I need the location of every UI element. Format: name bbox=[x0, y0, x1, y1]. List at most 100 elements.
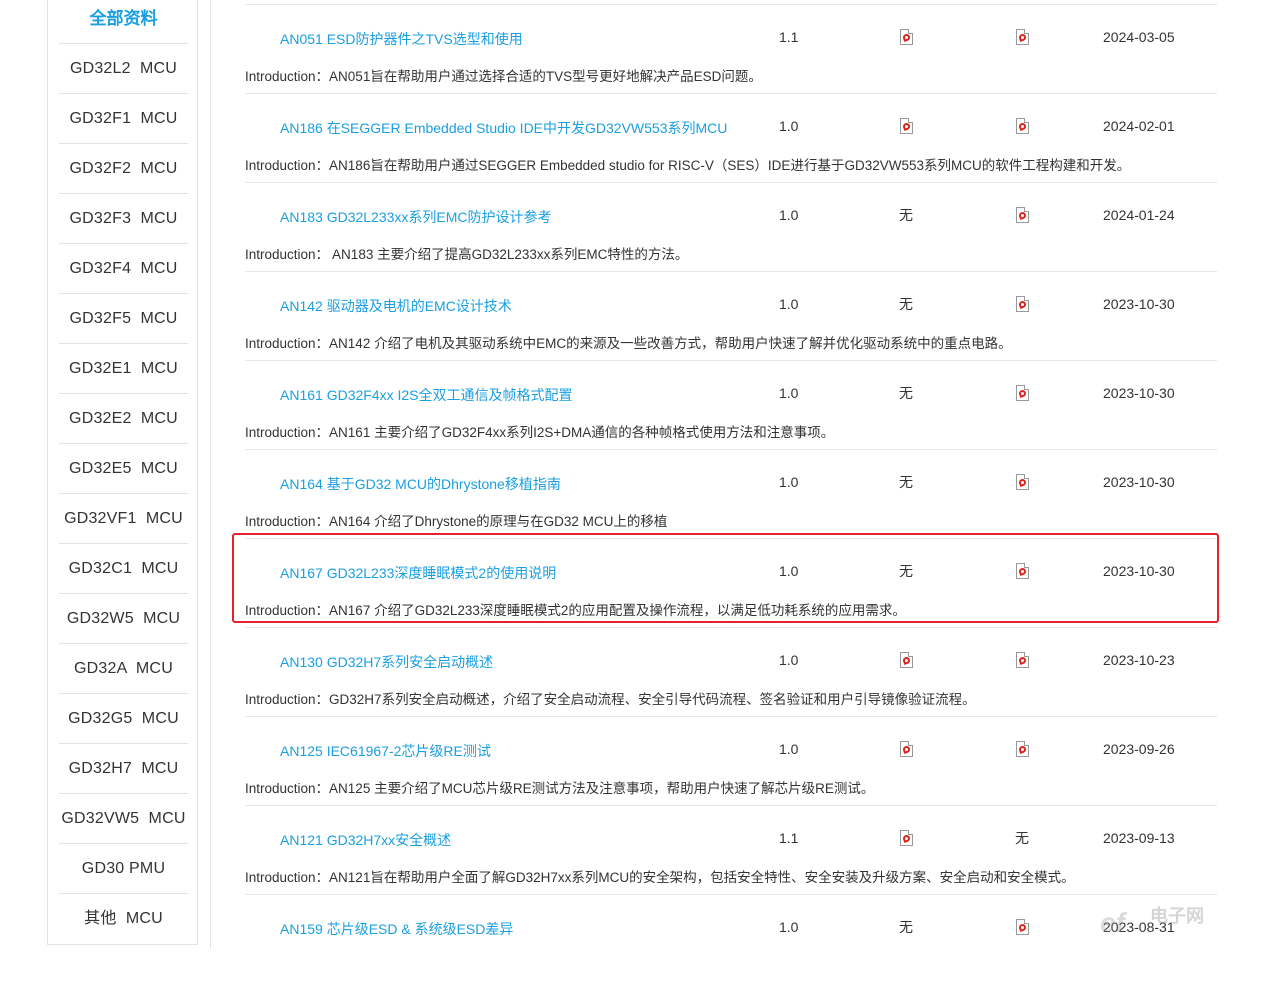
pdf-icon[interactable] bbox=[899, 741, 913, 757]
pdf-download-cell[interactable] bbox=[1012, 917, 1032, 937]
pdf-download-cell[interactable] bbox=[896, 650, 916, 670]
document-version: 1.0 bbox=[779, 919, 799, 935]
document-title-link[interactable]: AN164 基于GD32 MCU的Dhrystone移植指南 bbox=[280, 474, 561, 494]
document-introduction: Introduction：AN121旨在帮助用户全面了解GD32H7xx系列MC… bbox=[245, 870, 1075, 885]
sidebar-item[interactable]: GD32A MCU bbox=[59, 644, 188, 694]
document-date: 2023-10-23 bbox=[1103, 652, 1175, 668]
sidebar-item[interactable]: GD32F2 MCU bbox=[59, 144, 188, 194]
sidebar-item[interactable]: GD32E5 MCU bbox=[59, 444, 188, 494]
document-title-link[interactable]: AN159 芯片级ESD & 系统级ESD差异 bbox=[280, 919, 513, 939]
document-list: AN051 ESD防护器件之TVS选型和使用 1.1 2024-03-05 Intro… bbox=[245, 4, 1217, 983]
document-version: 1.0 bbox=[779, 474, 799, 490]
sidebar-item[interactable]: GD30 PMU bbox=[59, 844, 188, 894]
unavailable-text: 无 bbox=[899, 919, 913, 935]
document-title-link[interactable]: AN161 GD32F4xx I2S全双工通信及帧格式配置 bbox=[280, 385, 573, 405]
pdf-icon[interactable] bbox=[1015, 652, 1029, 668]
pdf-icon[interactable] bbox=[1015, 741, 1029, 757]
sidebar-menu: 全部资料 GD32L2 MCU GD32F1 MCU GD32F2 MCU GD32F… bbox=[59, 0, 188, 943]
pdf-download-cell[interactable] bbox=[1012, 27, 1032, 47]
pdf-download-cell[interactable] bbox=[1012, 116, 1032, 136]
document-introduction: Introduction： AN183 主要介绍了提高GD32L233xx系列E… bbox=[245, 247, 689, 262]
document-version: 1.0 bbox=[779, 741, 799, 757]
pdf-icon[interactable] bbox=[1015, 118, 1029, 134]
document-title-link[interactable]: AN186 在SEGGER Embedded Studio IDE中开发GD32… bbox=[280, 118, 727, 138]
unavailable-text: 无 bbox=[899, 474, 913, 490]
document-date: 2023-10-30 bbox=[1103, 385, 1175, 401]
pdf-download-cell[interactable] bbox=[1012, 294, 1032, 314]
document-introduction: Introduction：AN125 主要介绍了MCU芯片级RE测试方法及注意事… bbox=[245, 781, 875, 796]
document-version: 1.0 bbox=[779, 652, 799, 668]
document-version: 1.0 bbox=[779, 118, 799, 134]
document-title-link[interactable]: AN142 驱动器及电机的EMC设计技术 bbox=[280, 296, 512, 316]
document-version: 1.1 bbox=[779, 29, 799, 45]
sidebar-item[interactable]: GD32C1 MCU bbox=[59, 544, 188, 594]
sidebar-title[interactable]: 全部资料 bbox=[59, 0, 188, 44]
document-introduction: Introduction：GD32H7系列安全启动概述，介绍了安全启动流程、安全… bbox=[245, 692, 976, 707]
sidebar-item[interactable]: GD32E2 MCU bbox=[59, 394, 188, 444]
sidebar-item[interactable]: GD32F1 MCU bbox=[59, 94, 188, 144]
pdf-icon[interactable] bbox=[1015, 919, 1029, 935]
sidebar-item[interactable]: GD32L2 MCU bbox=[59, 44, 188, 94]
pdf-icon[interactable] bbox=[1015, 29, 1029, 45]
document-introduction: Introduction：AN186旨在帮助用户通过SEGGER Embedde… bbox=[245, 158, 1131, 173]
unavailable-text: 无 bbox=[899, 207, 913, 223]
document-date: 2023-10-30 bbox=[1103, 474, 1175, 490]
pdf-icon[interactable] bbox=[899, 118, 913, 134]
sidebar-item[interactable]: GD32F3 MCU bbox=[59, 194, 188, 244]
document-row: AN130 GD32H7系列安全启动概述 1.0 2023-10-23 Introdu… bbox=[245, 628, 1217, 717]
document-row: AN183 GD32L233xx系列EMC防护设计参考 1.0 无 2024-01-2… bbox=[245, 183, 1217, 272]
pdf-icon[interactable] bbox=[1015, 385, 1029, 401]
sidebar-item[interactable]: GD32F5 MCU bbox=[59, 294, 188, 344]
pdf-download-cell[interactable] bbox=[1012, 205, 1032, 225]
document-date: 2024-03-05 bbox=[1103, 29, 1175, 45]
pdf-download-cell[interactable] bbox=[896, 739, 916, 759]
document-title-link[interactable]: AN125 IEC61967-2芯片级RE测试 bbox=[280, 741, 491, 761]
document-row: AN125 IEC61967-2芯片级RE测试 1.0 2023-09-26 Intr… bbox=[245, 717, 1217, 806]
document-version: 1.0 bbox=[779, 385, 799, 401]
vertical-divider bbox=[210, 0, 211, 949]
pdf-icon[interactable] bbox=[899, 830, 913, 846]
document-introduction: Introduction：AN051旨在帮助用户通过选择合适的TVS型号更好地解… bbox=[245, 69, 762, 84]
pdf-icon[interactable] bbox=[899, 29, 913, 45]
pdf-download-cell[interactable] bbox=[1012, 561, 1032, 581]
document-title-link[interactable]: AN130 GD32H7系列安全启动概述 bbox=[280, 652, 493, 672]
pdf-icon[interactable] bbox=[899, 652, 913, 668]
document-introduction: Introduction：AN164 介绍了Dhrystone的原理与在GD32… bbox=[245, 514, 668, 529]
pdf-download-cell[interactable] bbox=[896, 828, 916, 848]
pdf-download-cell[interactable] bbox=[896, 27, 916, 47]
document-row: AN159 芯片级ESD & 系统级ESD差异 1.0 无 2023-08-31 bbox=[245, 895, 1217, 983]
pdf-icon[interactable] bbox=[1015, 563, 1029, 579]
document-row: AN051 ESD防护器件之TVS选型和使用 1.1 2024-03-05 Intro… bbox=[245, 5, 1217, 94]
sidebar-item[interactable]: GD32H7 MCU bbox=[59, 744, 188, 794]
unavailable-text: 无 bbox=[899, 296, 913, 312]
pdf-download-cell[interactable] bbox=[1012, 383, 1032, 403]
sidebar-item[interactable]: GD32G5 MCU bbox=[59, 694, 188, 744]
sidebar-item[interactable]: GD32VW5 MCU bbox=[59, 794, 188, 844]
pdf-icon[interactable] bbox=[1015, 474, 1029, 490]
pdf-download-cell[interactable] bbox=[896, 116, 916, 136]
document-version: 1.0 bbox=[779, 296, 799, 312]
document-date: 2023-10-30 bbox=[1103, 563, 1175, 579]
pdf-icon[interactable] bbox=[1015, 296, 1029, 312]
sidebar-item[interactable]: 其他 MCU bbox=[59, 894, 188, 943]
document-date: 2024-02-01 bbox=[1103, 118, 1175, 134]
document-row: AN121 GD32H7xx安全概述 1.1 无 2023-09-13 Introduc… bbox=[245, 806, 1217, 895]
sidebar-item[interactable]: GD32F4 MCU bbox=[59, 244, 188, 294]
document-row: AN186 在SEGGER Embedded Studio IDE中开发GD32… bbox=[245, 94, 1217, 183]
document-date: 2023-08-31 bbox=[1103, 919, 1175, 935]
document-date: 2023-10-30 bbox=[1103, 296, 1175, 312]
document-title-link[interactable]: AN167 GD32L233深度睡眠模式2的使用说明 bbox=[280, 563, 556, 583]
pdf-icon[interactable] bbox=[1015, 207, 1029, 223]
document-date: 2023-09-13 bbox=[1103, 830, 1175, 846]
sidebar-item[interactable]: GD32E1 MCU bbox=[59, 344, 188, 394]
unavailable-text: 无 bbox=[899, 563, 913, 579]
document-title-link[interactable]: AN121 GD32H7xx安全概述 bbox=[280, 830, 451, 850]
sidebar-item[interactable]: GD32W5 MCU bbox=[59, 594, 188, 644]
document-title-link[interactable]: AN051 ESD防护器件之TVS选型和使用 bbox=[280, 29, 523, 49]
pdf-download-cell[interactable] bbox=[1012, 739, 1032, 759]
pdf-download-cell[interactable] bbox=[1012, 650, 1032, 670]
pdf-download-cell[interactable] bbox=[1012, 472, 1032, 492]
sidebar-item[interactable]: GD32VF1 MCU bbox=[59, 494, 188, 544]
document-title-link[interactable]: AN183 GD32L233xx系列EMC防护设计参考 bbox=[280, 207, 552, 227]
document-introduction: Introduction：AN142 介绍了电机及其驱动系统中EMC的来源及一些… bbox=[245, 336, 1012, 351]
